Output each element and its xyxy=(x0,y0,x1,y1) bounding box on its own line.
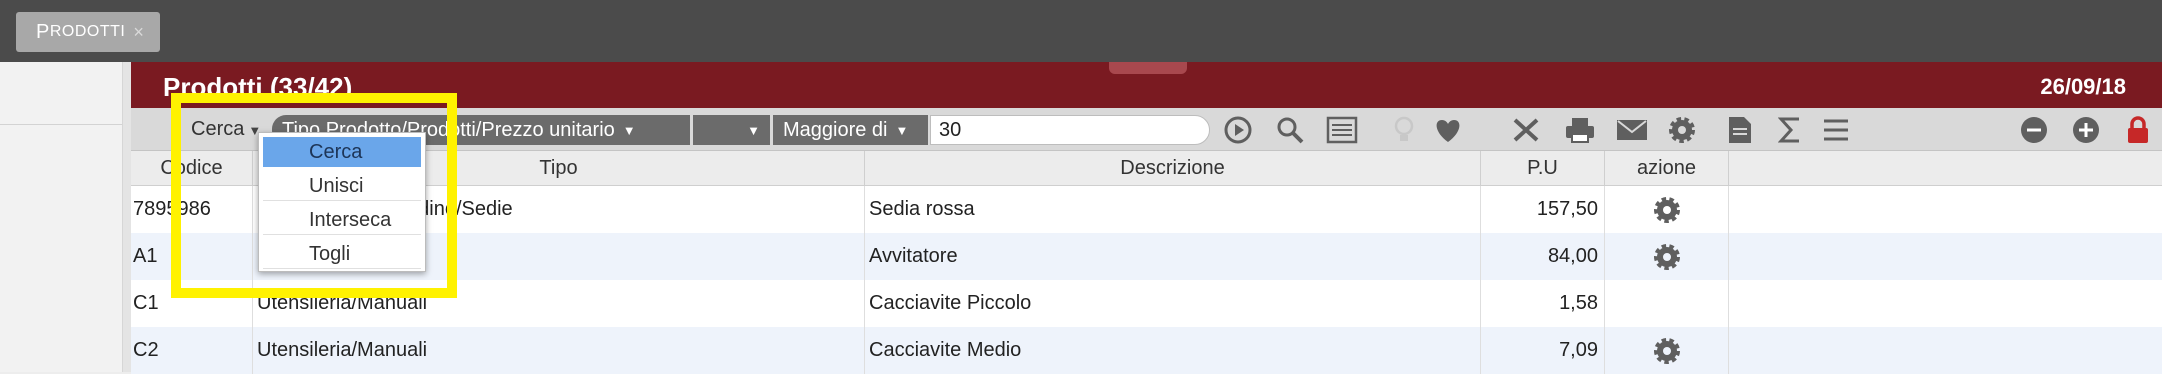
tab-label: RODOTTI xyxy=(49,23,126,40)
tab-prodotti[interactable]: P RODOTTI × xyxy=(16,12,161,52)
chevron-down-icon: ▼ xyxy=(747,122,760,138)
cell-empty xyxy=(1729,186,2162,233)
panel-splitter[interactable] xyxy=(123,62,131,372)
lock-icon[interactable] xyxy=(2121,116,2155,144)
left-panel xyxy=(0,62,123,372)
cell-pu: 157,50 xyxy=(1481,186,1605,233)
minus-circle-icon[interactable] xyxy=(2017,116,2051,144)
query-value-input[interactable] xyxy=(930,115,1210,145)
gear-icon[interactable] xyxy=(1665,116,1699,144)
chevron-down-icon: ▼ xyxy=(895,122,909,138)
cell-descrizione: Avvitatore xyxy=(865,233,1481,280)
cell-descrizione: Sedia rossa xyxy=(865,186,1481,233)
sigma-icon[interactable] xyxy=(1773,116,1807,144)
close-icon[interactable]: × xyxy=(133,22,144,43)
list-icon[interactable] xyxy=(1325,116,1359,144)
mail-icon[interactable] xyxy=(1615,116,1649,144)
row-action-cell xyxy=(1605,233,1729,280)
play-icon[interactable] xyxy=(1221,116,1255,144)
column-header-azione[interactable]: azione xyxy=(1605,151,1729,185)
excel-icon[interactable] xyxy=(1509,116,1543,144)
secondary-select[interactable]: ▼ xyxy=(693,115,770,145)
cell-descrizione: Cacciavite Medio xyxy=(865,327,1481,374)
lightbulb-icon[interactable] xyxy=(1387,116,1421,144)
cell-empty xyxy=(1729,233,2162,280)
left-panel-divider xyxy=(0,124,122,125)
cell-codice: C2 xyxy=(131,327,253,374)
operator-select-label: Maggiore di xyxy=(783,118,888,141)
tab-label-initial: P xyxy=(36,20,50,43)
cell-pu: 84,00 xyxy=(1481,233,1605,280)
table-row[interactable]: C2 Utensileria/Manuali Cacciavite Medio … xyxy=(131,327,2162,374)
gear-icon[interactable] xyxy=(1652,242,1682,272)
row-action-cell xyxy=(1605,186,1729,233)
cell-empty xyxy=(1729,280,2162,327)
cell-empty xyxy=(1729,327,2162,374)
row-action-cell xyxy=(1605,327,1729,374)
search-icon[interactable] xyxy=(1273,116,1307,144)
heart-icon[interactable] xyxy=(1431,116,1465,144)
gear-icon[interactable] xyxy=(1652,336,1682,366)
column-header-pu[interactable]: P.U xyxy=(1481,151,1605,185)
header-date: 26/09/18 xyxy=(2040,74,2126,99)
gear-icon[interactable] xyxy=(1652,195,1682,225)
cell-descrizione: Cacciavite Piccolo xyxy=(865,280,1481,327)
operator-select[interactable]: Maggiore di ▼ xyxy=(773,115,928,145)
plus-circle-icon[interactable] xyxy=(2069,116,2103,144)
cell-tipo: Utensileria/Manuali xyxy=(253,327,865,374)
menu-icon[interactable] xyxy=(1819,116,1853,144)
cell-pu: 1,58 xyxy=(1481,280,1605,327)
row-action-cell xyxy=(1605,280,1729,327)
pull-handle[interactable] xyxy=(1109,62,1187,74)
document-icon[interactable] xyxy=(1723,116,1757,144)
highlight-frame xyxy=(171,93,457,298)
chevron-down-icon: ▼ xyxy=(622,122,636,138)
cell-pu: 7,09 xyxy=(1481,327,1605,374)
app-tab-bar: P RODOTTI × xyxy=(0,0,2162,62)
print-icon[interactable] xyxy=(1563,116,1597,144)
column-header-descrizione[interactable]: Descrizione xyxy=(865,151,1481,185)
